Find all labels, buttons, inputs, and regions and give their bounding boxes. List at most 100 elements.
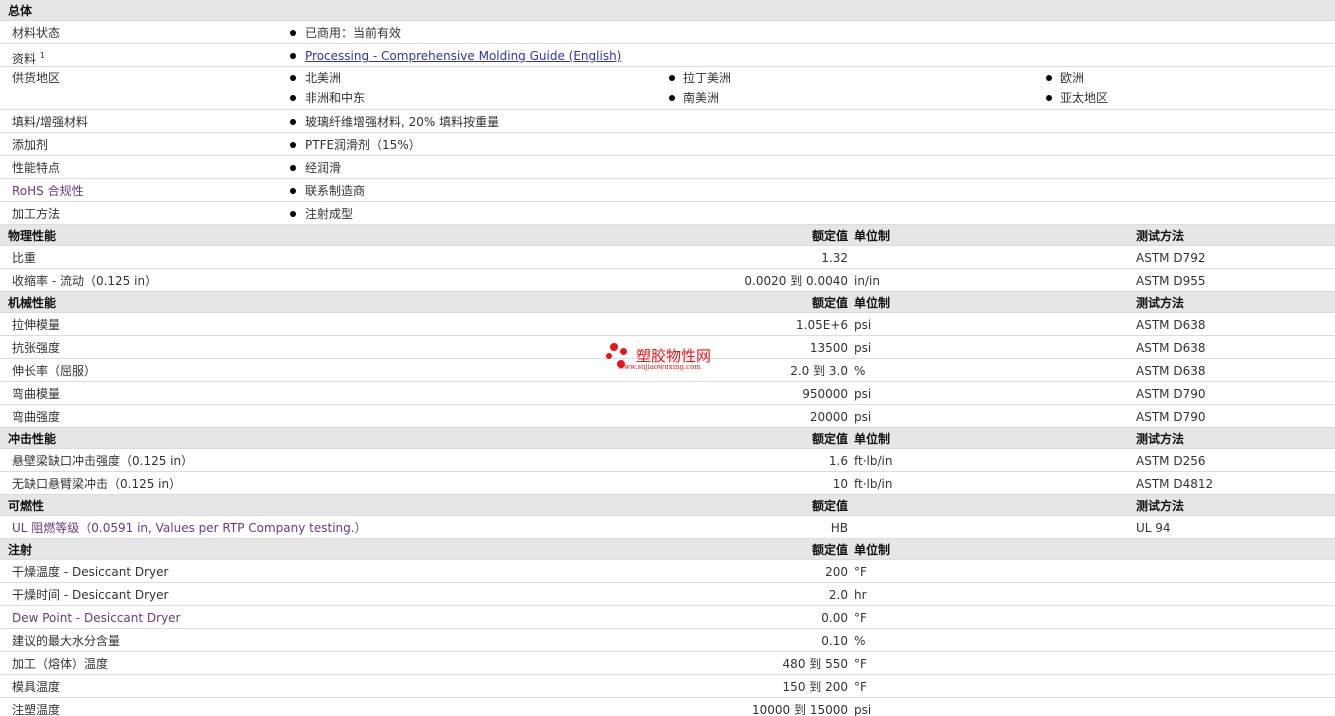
property-value: 经润滑: [305, 161, 342, 175]
property-row: 悬壁梁缺口冲击强度（0.125 in） 1.6 ft·lb/in ASTM D256: [0, 449, 1335, 472]
property-row: 模具温度 150 到 200 °F: [0, 675, 1335, 698]
test-method: ASTM D790: [1136, 410, 1206, 424]
document-link[interactable]: Processing - Comprehensive Molding Guide…: [305, 49, 621, 63]
unit-header: 单位制: [854, 229, 891, 243]
property-label: 注塑温度: [12, 703, 61, 716]
property-row: 收缩率 - 流动（0.125 in） 0.0020 到 0.0040 in/in AS…: [0, 269, 1335, 292]
section-header: 注射 额定值 单位制: [0, 539, 1335, 560]
property-unit: %: [854, 634, 866, 648]
bullet-icon: [290, 165, 296, 171]
property-label: 伸长率（屈服）: [12, 364, 97, 378]
test-method: ASTM D638: [1136, 318, 1206, 332]
property-unit: psi: [854, 387, 872, 401]
property-label: 弯曲模量: [12, 387, 61, 401]
property-unit: hr: [854, 588, 867, 602]
property-row: 抗张强度 13500 psi ASTM D638: [0, 336, 1335, 359]
row-regions: 供货地区 北美洲 拉丁美洲 欧洲 非洲和中东 南美洲 亚太地区: [0, 67, 1335, 110]
property-label: 比重: [12, 251, 37, 265]
region-item: 北美洲: [305, 71, 342, 85]
property-value: 0.0020 到 0.0040: [744, 274, 848, 288]
region-item: 非洲和中东: [305, 91, 366, 105]
property-label: 悬壁梁缺口冲击强度（0.125 in）: [12, 454, 194, 468]
property-label: UL 阻燃等级（0.0591 in, Values per RTP Compan…: [12, 521, 367, 535]
property-row: 注塑温度 10000 到 15000 psi: [0, 698, 1335, 716]
row-filler: 填料/增强材料 玻璃纤维增强材料, 20% 填料按重量: [0, 110, 1335, 133]
bullet-icon: [290, 188, 296, 194]
property-label: 收缩率 - 流动（0.125 in）: [12, 274, 158, 288]
property-sections: 物理性能 额定值 单位制 测试方法 比重 1.32 ASTM D792 收缩率 - 流动（0.…: [0, 225, 1335, 716]
section-title: 可燃性: [8, 499, 45, 513]
bullet-icon: [669, 75, 675, 81]
property-label: 弯曲强度: [12, 410, 61, 424]
section-header: 可燃性 额定值 测试方法: [0, 495, 1335, 516]
test-method: ASTM D638: [1136, 364, 1206, 378]
bullet-icon: [1046, 95, 1052, 101]
nominal-header: 额定值: [811, 432, 848, 446]
region-item: 南美洲: [683, 91, 720, 105]
test-method: ASTM D638: [1136, 341, 1206, 355]
nominal-header: 额定值: [811, 543, 848, 557]
nominal-header: 额定值: [811, 296, 848, 310]
property-value: 0.00: [821, 611, 848, 625]
row-material-status: 材料状态 已商用：当前有效: [0, 21, 1335, 44]
footnote-marker: 1: [39, 51, 45, 60]
property-row: 建议的最大水分含量 0.10%: [0, 629, 1335, 652]
rohs-label: RoHS 合规性: [12, 184, 84, 198]
bullet-icon: [290, 75, 296, 81]
test-method: ASTM D256: [1136, 454, 1206, 468]
property-value: 联系制造商: [305, 184, 366, 198]
test-method-header: 测试方法: [1136, 229, 1185, 243]
property-label: 资料 1: [12, 51, 45, 66]
property-row: 弯曲模量 950000 psi ASTM D790: [0, 382, 1335, 405]
row-rohs: RoHS 合规性 联系制造商: [0, 179, 1335, 202]
test-method: UL 94: [1136, 521, 1171, 535]
test-method-header: 测试方法: [1136, 296, 1185, 310]
property-value: 1.6: [828, 454, 848, 468]
property-value: 20000: [809, 410, 848, 424]
property-value: 150 到 200: [782, 680, 848, 694]
unit-header: 单位制: [854, 432, 891, 446]
bullet-icon: [290, 211, 296, 217]
property-label: 建议的最大水分含量: [12, 634, 121, 648]
section-title: 注射: [8, 543, 33, 557]
unit-header: 单位制: [854, 296, 891, 310]
property-value: 13500: [809, 341, 848, 355]
property-label: 无缺口悬臂梁冲击（0.125 in）: [12, 477, 182, 491]
property-row: 比重 1.32 ASTM D792: [0, 246, 1335, 269]
property-row: 无缺口悬臂梁冲击（0.125 in） 10 ft·lb/in ASTM D4812: [0, 472, 1335, 495]
property-label: 抗张强度: [12, 341, 61, 355]
test-method: ASTM D955: [1136, 274, 1206, 288]
property-label: Dew Point - Desiccant Dryer: [12, 611, 181, 625]
bullet-icon: [290, 30, 296, 36]
property-row: 干燥时间 - Desiccant Dryer 2.0 hr: [0, 583, 1335, 606]
property-label: 供货地区: [12, 71, 61, 85]
bullet-icon: [1046, 75, 1052, 81]
property-row: 拉伸模量 1.05E+6 psi ASTM D638: [0, 313, 1335, 336]
property-value: 1.05E+6: [796, 318, 848, 332]
row-additive: 添加剂 PTFE润滑剂（15%）: [0, 133, 1335, 156]
property-value: 玻璃纤维增强材料, 20% 填料按重量: [305, 115, 500, 129]
property-label: 填料/增强材料: [12, 115, 89, 129]
property-unit: °F: [854, 565, 867, 579]
test-method-header: 测试方法: [1136, 499, 1185, 513]
property-unit: °F: [854, 680, 867, 694]
property-value: 200: [825, 565, 848, 579]
property-value: 注射成型: [305, 207, 354, 221]
property-label: 性能特点: [12, 161, 61, 175]
bullet-icon: [290, 119, 296, 125]
test-method: ASTM D4812: [1136, 477, 1214, 491]
nominal-header: 额定值: [811, 229, 848, 243]
property-unit: psi: [854, 410, 872, 424]
property-label: 干燥时间 - Desiccant Dryer: [12, 588, 169, 602]
bullet-icon: [290, 53, 296, 59]
property-unit: psi: [854, 341, 872, 355]
row-documents: 资料 1 Processing - Comprehensive Molding …: [0, 44, 1335, 67]
region-item: 欧洲: [1060, 71, 1085, 85]
bullet-icon: [669, 95, 675, 101]
property-unit: in/in: [854, 274, 880, 288]
region-item: 亚太地区: [1060, 91, 1109, 105]
property-label: 干燥温度 - Desiccant Dryer: [12, 565, 169, 579]
row-processing-method: 加工方法 注射成型: [0, 202, 1335, 225]
property-unit: %: [854, 364, 866, 378]
property-value: 1.32: [821, 251, 848, 265]
